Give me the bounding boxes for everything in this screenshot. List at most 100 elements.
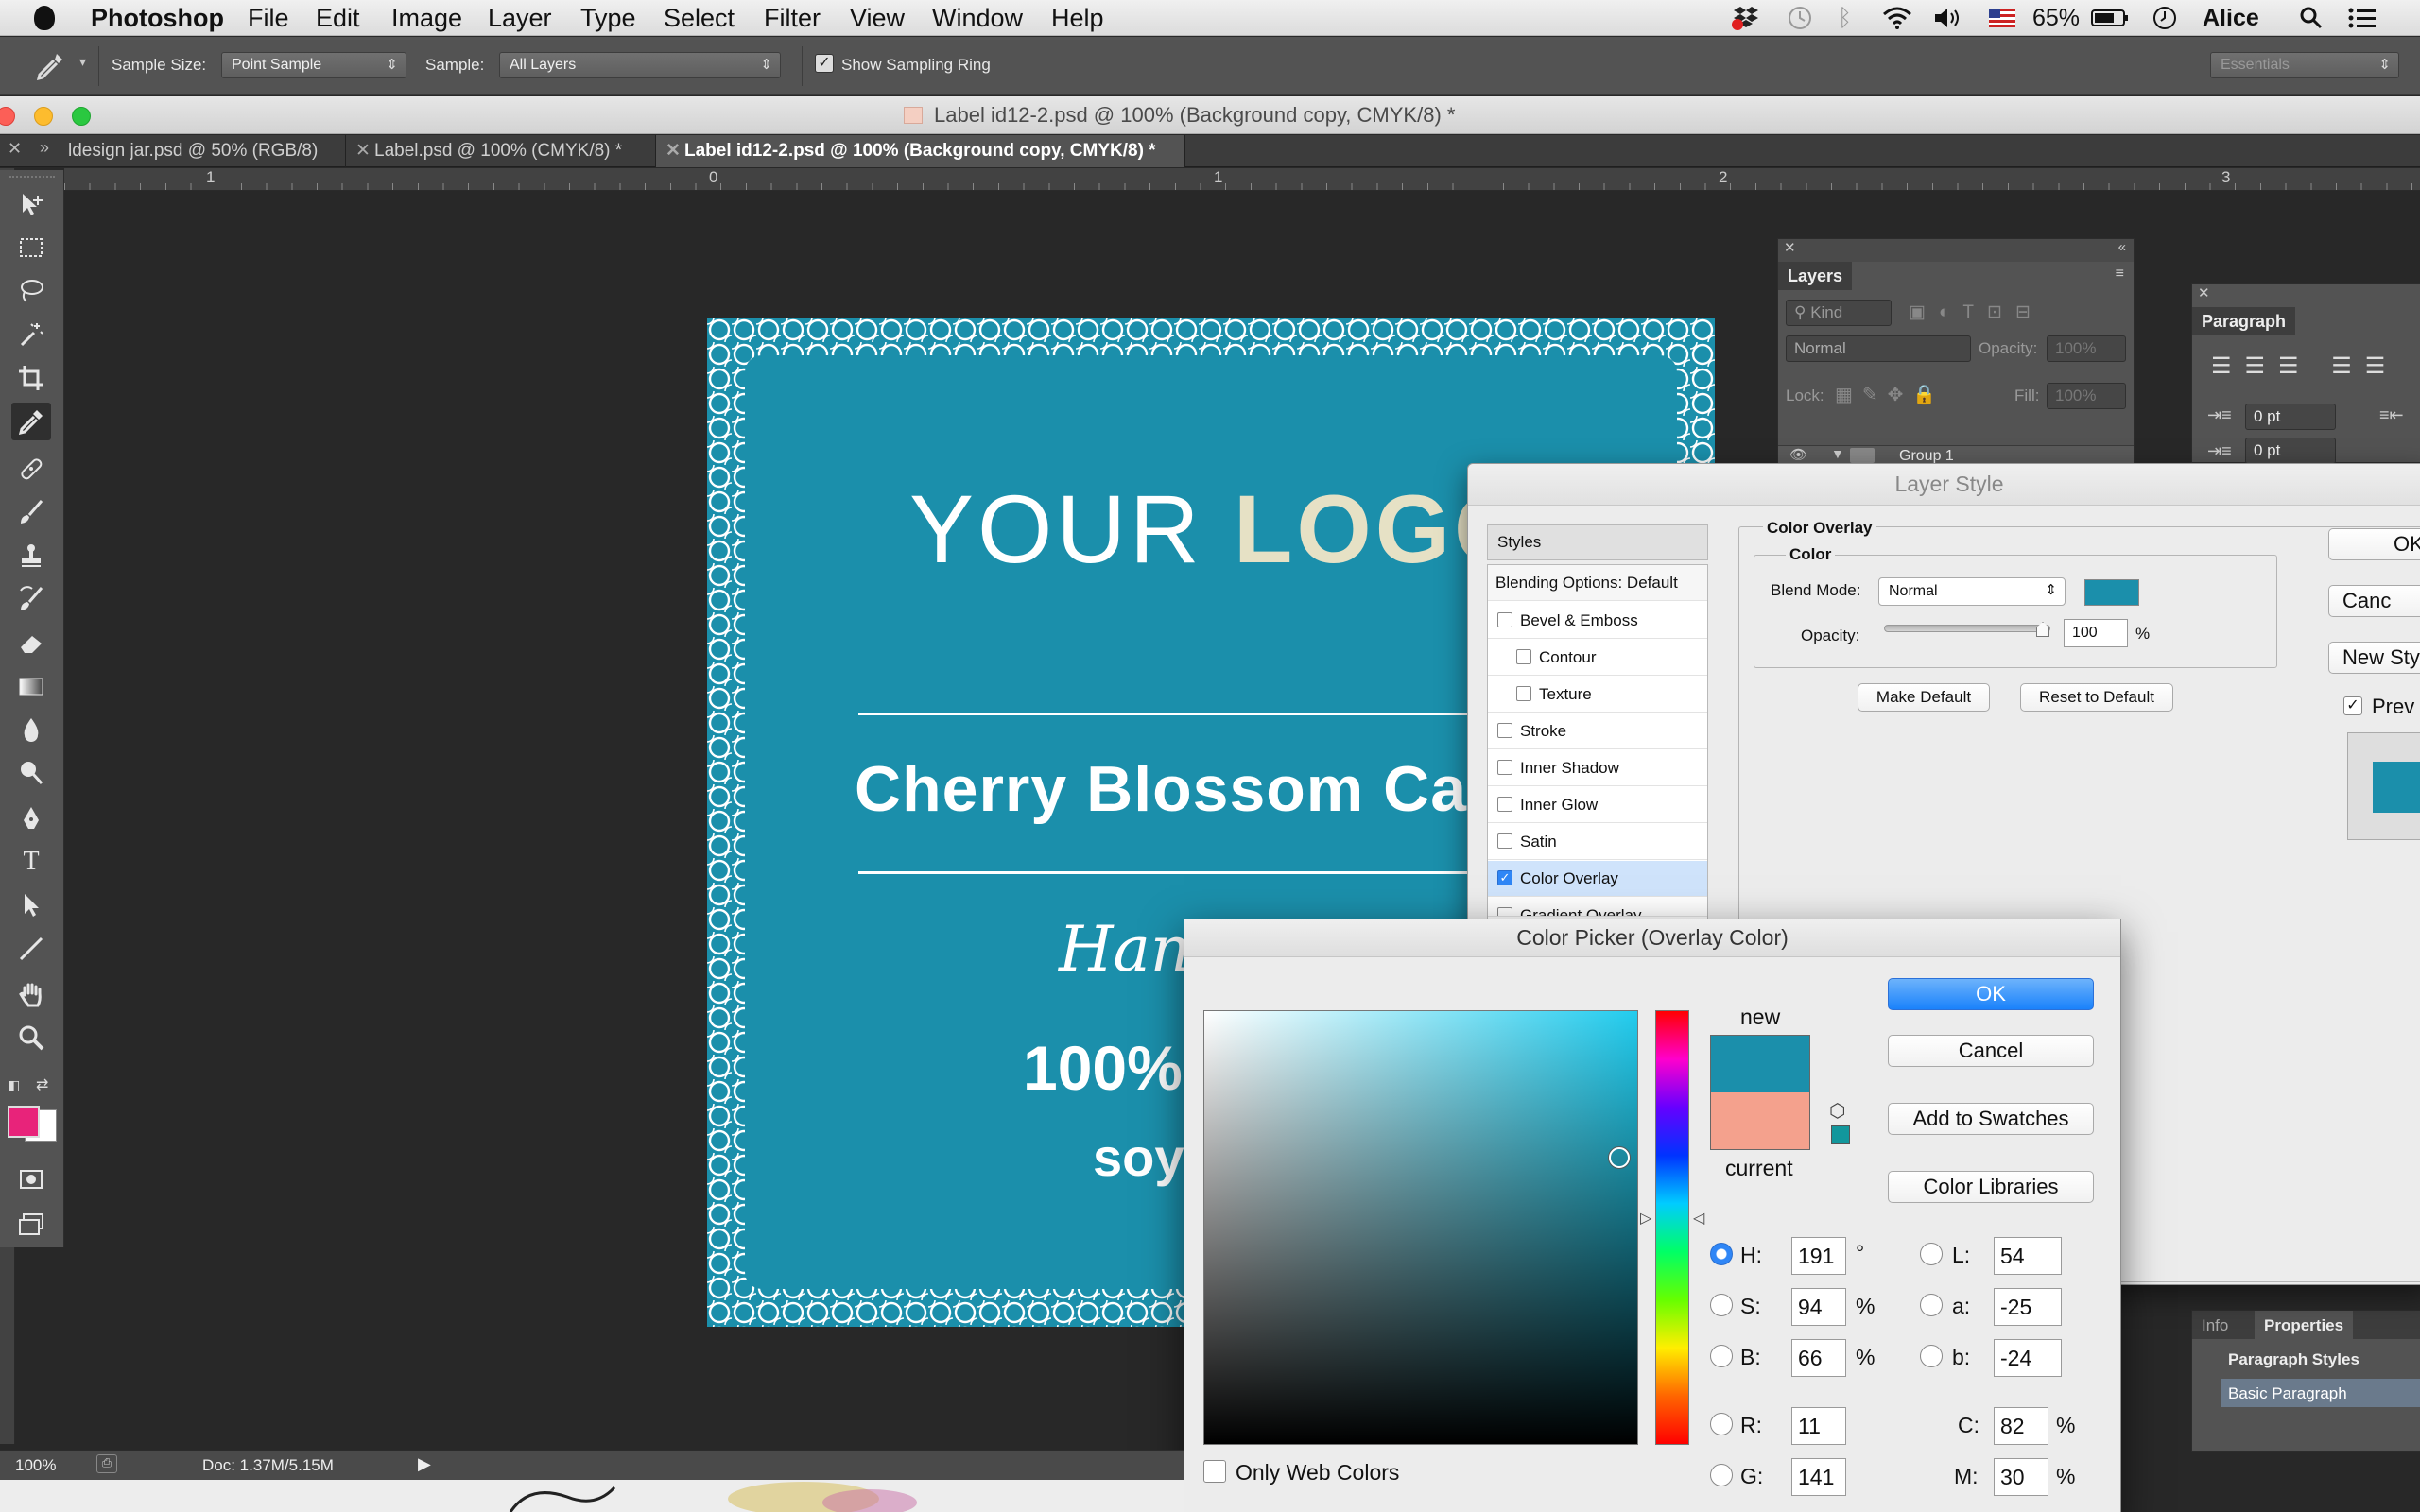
- line-tool-icon[interactable]: [11, 930, 51, 968]
- apple-icon[interactable]: [34, 6, 55, 30]
- tab-label-id12-2[interactable]: ✕ Label id12-2.psd @ 100% (Background co…: [656, 135, 1185, 167]
- lock-icons[interactable]: ▦✎✥🔒: [1835, 383, 1945, 406]
- style-checkbox[interactable]: [1516, 686, 1531, 701]
- brightness-input[interactable]: 66: [1791, 1339, 1846, 1377]
- volume-icon[interactable]: [1932, 6, 1964, 30]
- tab-design-jar[interactable]: ldesign jar.psd @ 50% (RGB/8): [42, 135, 346, 167]
- red-radio[interactable]: [1710, 1413, 1733, 1435]
- swap-colors-icon[interactable]: ⇄: [36, 1075, 48, 1094]
- current-color-swatch[interactable]: [1711, 1092, 1809, 1149]
- lab-l-radio[interactable]: [1920, 1243, 1943, 1265]
- saturation-radio[interactable]: [1710, 1294, 1733, 1316]
- zoom-level[interactable]: 100%: [15, 1456, 56, 1475]
- brush-tool-icon[interactable]: [11, 493, 51, 531]
- workspace-select[interactable]: Essentials: [2210, 52, 2399, 78]
- style-stroke[interactable]: Stroke: [1488, 713, 1707, 749]
- opacity-field[interactable]: 100: [2064, 619, 2128, 647]
- menu-edit[interactable]: Edit: [316, 4, 360, 33]
- lab-a-input[interactable]: -25: [1994, 1288, 2062, 1326]
- eyedropper-icon[interactable]: [34, 50, 66, 87]
- close-window-icon[interactable]: [0, 107, 15, 126]
- hue-slider[interactable]: [1655, 1010, 1689, 1445]
- style-checkbox[interactable]: [1497, 797, 1512, 812]
- clone-stamp-tool-icon[interactable]: [11, 537, 51, 575]
- layer-blend-mode-select[interactable]: Normal: [1786, 335, 1971, 362]
- flag-us-icon[interactable]: [1989, 6, 2015, 30]
- style-checkbox[interactable]: [1516, 649, 1531, 664]
- move-tool-icon[interactable]: [11, 185, 51, 223]
- lab-b-input[interactable]: -24: [1994, 1339, 2062, 1377]
- cyan-input[interactable]: 82: [1994, 1407, 2048, 1445]
- out-of-gamut-cube-icon[interactable]: ⬡: [1829, 1099, 1845, 1123]
- menu-select[interactable]: Select: [664, 4, 735, 33]
- gradient-tool-icon[interactable]: [11, 667, 51, 705]
- hue-input[interactable]: 191: [1791, 1237, 1846, 1275]
- zoom-window-icon[interactable]: [72, 107, 91, 126]
- layer-filter-select[interactable]: ⚲ Kind: [1786, 300, 1892, 326]
- hue-slider-right-arrow-icon[interactable]: ◁: [1693, 1209, 1704, 1228]
- style-checkbox[interactable]: [1497, 833, 1512, 849]
- style-checkbox[interactable]: [1497, 907, 1512, 916]
- style-inner-shadow[interactable]: Inner Shadow: [1488, 750, 1707, 786]
- layer-opacity-field[interactable]: 100%: [2047, 335, 2126, 362]
- sample-size-select[interactable]: Point Sample: [221, 52, 406, 78]
- lab-b-radio[interactable]: [1920, 1345, 1943, 1367]
- opacity-slider-track[interactable]: [1884, 622, 2050, 637]
- tab-properties[interactable]: Properties: [2255, 1311, 2354, 1339]
- eraser-tool-icon[interactable]: [11, 624, 51, 662]
- history-brush-tool-icon[interactable]: [11, 580, 51, 618]
- dropbox-icon[interactable]: [1730, 6, 1762, 30]
- web-safe-color-swatch[interactable]: [1831, 1125, 1850, 1144]
- layer-filter-icons[interactable]: ▣◐T⊡⊟: [1909, 301, 2044, 323]
- hue-radio[interactable]: [1710, 1243, 1733, 1265]
- color-picker-cancel-button[interactable]: Cancel: [1888, 1035, 2094, 1067]
- style-checkbox[interactable]: [1497, 760, 1512, 775]
- foreground-color-swatch[interactable]: [8, 1106, 40, 1138]
- status-menu-arrow-icon[interactable]: ▶: [418, 1454, 431, 1474]
- color-field-marker[interactable]: [1609, 1147, 1630, 1168]
- marquee-tool-icon[interactable]: [11, 229, 51, 266]
- dodge-tool-icon[interactable]: [11, 754, 51, 792]
- blend-mode-select[interactable]: Normal ⇕: [1878, 577, 2066, 606]
- bluetooth-icon[interactable]: ᛒ: [1838, 5, 1852, 31]
- layer-style-cancel-button[interactable]: Canc: [2328, 585, 2420, 617]
- style-checkbox[interactable]: [1497, 612, 1512, 627]
- menu-type[interactable]: Type: [580, 4, 636, 33]
- lab-l-input[interactable]: 54: [1994, 1237, 2062, 1275]
- wifi-icon[interactable]: [1881, 6, 1913, 30]
- new-style-button[interactable]: New Sty: [2328, 642, 2420, 674]
- style-color-overlay[interactable]: ✓ Color Overlay: [1488, 861, 1707, 897]
- blur-tool-icon[interactable]: [11, 711, 51, 748]
- menu-filter[interactable]: Filter: [764, 4, 821, 33]
- lasso-tool-icon[interactable]: [11, 272, 51, 310]
- opacity-slider-thumb[interactable]: [2036, 622, 2049, 637]
- style-texture[interactable]: Texture: [1488, 677, 1707, 713]
- zoom-tool-icon[interactable]: [11, 1019, 51, 1057]
- preview-checkbox[interactable]: ✓: [2343, 696, 2362, 715]
- style-basic-paragraph[interactable]: Basic Paragraph: [2221, 1379, 2420, 1407]
- notification-center-icon[interactable]: [2348, 6, 2377, 30]
- hue-slider-left-arrow-icon[interactable]: ▷: [1640, 1209, 1651, 1228]
- style-inner-glow[interactable]: Inner Glow: [1488, 787, 1707, 823]
- menu-view[interactable]: View: [850, 4, 905, 33]
- doc-size-info[interactable]: Doc: 1.37M/5.15M: [202, 1456, 334, 1475]
- style-contour[interactable]: Contour: [1488, 640, 1707, 676]
- document-proxy-icon[interactable]: [904, 107, 923, 124]
- expand-group-icon[interactable]: ▼: [1831, 446, 1844, 461]
- visibility-eye-icon[interactable]: 👁: [1789, 446, 1807, 463]
- app-menu[interactable]: Photoshop: [91, 4, 224, 33]
- minimize-window-icon[interactable]: [34, 107, 53, 126]
- indent-first-field[interactable]: 0 pt: [2245, 438, 2336, 464]
- menu-file[interactable]: File: [248, 4, 289, 33]
- close-panel-icon[interactable]: ✕: [2198, 284, 2210, 301]
- green-input[interactable]: 141: [1791, 1458, 1846, 1496]
- user-name[interactable]: Alice: [2203, 5, 2259, 31]
- tab-info[interactable]: Info: [2202, 1316, 2228, 1335]
- color-libraries-button[interactable]: Color Libraries: [1888, 1171, 2094, 1203]
- green-radio[interactable]: [1710, 1464, 1733, 1486]
- brightness-radio[interactable]: [1710, 1345, 1733, 1367]
- color-picker-ok-button[interactable]: OK: [1888, 978, 2094, 1010]
- indent-left-field[interactable]: 0 pt: [2245, 404, 2336, 430]
- clock-icon[interactable]: [2152, 6, 2178, 30]
- style-bevel-emboss[interactable]: Bevel & Emboss: [1488, 603, 1707, 639]
